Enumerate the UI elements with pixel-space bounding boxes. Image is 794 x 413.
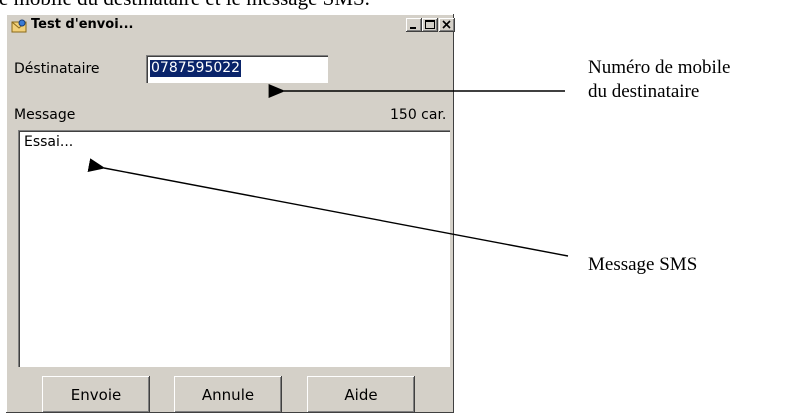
message-callout: Message SMS: [588, 254, 698, 275]
recipient-callout-line2: du destinataire: [588, 81, 700, 102]
recipient-callout: Numéro de mobile du destinataire: [588, 56, 730, 104]
message-arrow: [87, 158, 569, 257]
recipient-callout-line1: Numéro de mobile: [588, 57, 731, 78]
